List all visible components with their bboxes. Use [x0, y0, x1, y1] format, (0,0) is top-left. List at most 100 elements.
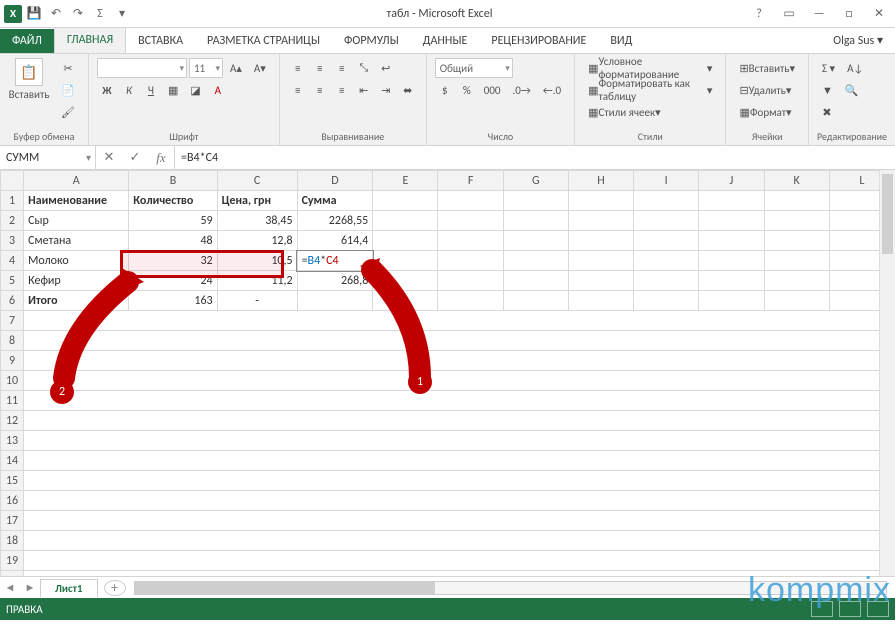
row-header[interactable]: 12: [1, 411, 24, 431]
cell-styles-button[interactable]: ▦ Стили ячеек ▾: [583, 102, 665, 122]
cell[interactable]: 48: [129, 231, 217, 251]
font-grow-icon[interactable]: A▴: [225, 58, 247, 78]
help-icon[interactable]: ?: [747, 4, 771, 24]
delete-cells-button[interactable]: ⊟ Удалить ▾: [734, 80, 796, 100]
spreadsheet-grid[interactable]: A B C D E F G H I J K L 1 Наименование К…: [0, 170, 895, 576]
bold-button[interactable]: Ж: [97, 80, 117, 100]
col-header[interactable]: G: [503, 171, 568, 191]
qat-more-icon[interactable]: ▾: [112, 4, 132, 24]
tab-data[interactable]: ДАННЫЕ: [411, 29, 480, 53]
select-all-corner[interactable]: [1, 171, 24, 191]
cell[interactable]: 268,8: [297, 271, 373, 291]
indent-inc-icon[interactable]: ⇥: [376, 80, 396, 100]
row-header[interactable]: 15: [1, 471, 24, 491]
row-header[interactable]: 17: [1, 511, 24, 531]
row-header[interactable]: 19: [1, 551, 24, 571]
tab-home[interactable]: ГЛАВНАЯ: [54, 27, 126, 53]
table-row[interactable]: 4 Молоко 32 10,5 =B4*C4: [1, 251, 895, 271]
align-right-icon[interactable]: ≡: [332, 80, 352, 100]
tab-page-layout[interactable]: РАЗМЕТКА СТРАНИЦЫ: [195, 29, 332, 53]
align-top-icon[interactable]: ≡: [288, 58, 308, 78]
table-row[interactable]: 1 Наименование Количество Цена, грн Сумм…: [1, 191, 895, 211]
add-sheet-icon[interactable]: +: [104, 580, 126, 596]
cell[interactable]: 2268,55: [297, 211, 373, 231]
qat-save-icon[interactable]: 💾: [24, 4, 44, 24]
formula-input[interactable]: =B4*C4: [175, 146, 895, 169]
table-row[interactable]: 2 Сыр 59 38,45 2268,55: [1, 211, 895, 231]
table-row[interactable]: 3 Сметана 48 12,8 614,4: [1, 231, 895, 251]
cut-icon[interactable]: ✂: [56, 58, 80, 78]
cancel-formula-icon[interactable]: ✕: [96, 150, 122, 165]
row-header[interactable]: 4: [1, 251, 24, 271]
row-header[interactable]: 13: [1, 431, 24, 451]
user-name[interactable]: Olga Sus ▾: [821, 28, 895, 53]
inc-decimal-icon[interactable]: .0→: [507, 80, 535, 100]
insert-cells-button[interactable]: ⊞ Вставить ▾: [734, 58, 800, 78]
tab-view[interactable]: ВИД: [598, 29, 644, 53]
sheet-nav-prev-icon[interactable]: ◄: [0, 581, 20, 594]
row-header[interactable]: 5: [1, 271, 24, 291]
table-row[interactable]: 6 Итого 163 -: [1, 291, 895, 311]
currency-icon[interactable]: $: [435, 80, 455, 100]
col-header[interactable]: D: [297, 171, 373, 191]
tab-file[interactable]: ФАЙЛ: [0, 29, 54, 53]
align-left-icon[interactable]: ≡: [288, 80, 308, 100]
name-box[interactable]: СУММ: [0, 146, 96, 169]
cell[interactable]: Молоко: [24, 251, 129, 271]
row-header[interactable]: 16: [1, 491, 24, 511]
copy-icon[interactable]: 📄: [56, 80, 80, 100]
underline-button[interactable]: Ч: [141, 80, 161, 100]
font-name-select[interactable]: [97, 58, 187, 78]
tab-review[interactable]: РЕЦЕНЗИРОВАНИЕ: [479, 29, 598, 53]
format-painter-icon[interactable]: 🖌: [56, 102, 80, 122]
cell[interactable]: Цена, грн: [217, 191, 297, 211]
qat-redo-icon[interactable]: ↷: [68, 4, 88, 24]
font-shrink-icon[interactable]: A▾: [249, 58, 271, 78]
sheet-nav-next-icon[interactable]: ►: [20, 581, 40, 594]
tab-insert[interactable]: ВСТАВКА: [126, 29, 195, 53]
row-header[interactable]: 10: [1, 371, 24, 391]
row-header[interactable]: 11: [1, 391, 24, 411]
col-header[interactable]: B: [129, 171, 217, 191]
col-header[interactable]: C: [217, 171, 297, 191]
cell[interactable]: -: [217, 291, 297, 311]
autosum-icon[interactable]: Σ ▾: [817, 58, 840, 78]
maximize-icon[interactable]: □: [837, 4, 861, 24]
cell[interactable]: 12,8: [217, 231, 297, 251]
indent-dec-icon[interactable]: ⇤: [354, 80, 374, 100]
font-size-select[interactable]: 11: [189, 58, 223, 78]
cell[interactable]: 10,5: [217, 251, 297, 271]
row-header[interactable]: 2: [1, 211, 24, 231]
cell[interactable]: 614,4: [297, 231, 373, 251]
vertical-scrollbar[interactable]: [879, 170, 895, 576]
comma-icon[interactable]: 000: [479, 80, 506, 100]
number-format-select[interactable]: Общий: [435, 58, 513, 78]
col-header[interactable]: A: [24, 171, 129, 191]
cell[interactable]: Итого: [24, 291, 129, 311]
row-header[interactable]: 14: [1, 451, 24, 471]
sort-filter-icon[interactable]: A↓: [842, 58, 868, 78]
table-row[interactable]: 5 Кефир 24 11,2 268,8: [1, 271, 895, 291]
row-header[interactable]: 18: [1, 531, 24, 551]
col-header[interactable]: J: [699, 171, 764, 191]
qat-autosum-icon[interactable]: Σ: [90, 4, 110, 24]
fill-color-icon[interactable]: ◪: [185, 80, 205, 100]
align-middle-icon[interactable]: ≡: [310, 58, 330, 78]
column-headers[interactable]: A B C D E F G H I J K L: [1, 171, 895, 191]
align-bottom-icon[interactable]: ≡: [332, 58, 352, 78]
qat-undo-icon[interactable]: ↶: [46, 4, 66, 24]
italic-button[interactable]: К: [119, 80, 139, 100]
align-center-icon[interactable]: ≡: [310, 80, 330, 100]
wrap-text-icon[interactable]: ↩: [376, 58, 396, 78]
enter-formula-icon[interactable]: ✓: [122, 150, 148, 165]
row-header[interactable]: 3: [1, 231, 24, 251]
cell[interactable]: [297, 291, 373, 311]
ribbon-options-icon[interactable]: ▭: [777, 4, 801, 24]
orientation-icon[interactable]: ⤡: [354, 58, 374, 78]
row-header[interactable]: 8: [1, 331, 24, 351]
tab-formulas[interactable]: ФОРМУЛЫ: [332, 29, 411, 53]
border-icon[interactable]: ▦: [163, 80, 183, 100]
format-cells-button[interactable]: ▦ Формат ▾: [734, 102, 796, 122]
cell[interactable]: 38,45: [217, 211, 297, 231]
col-header[interactable]: H: [568, 171, 633, 191]
